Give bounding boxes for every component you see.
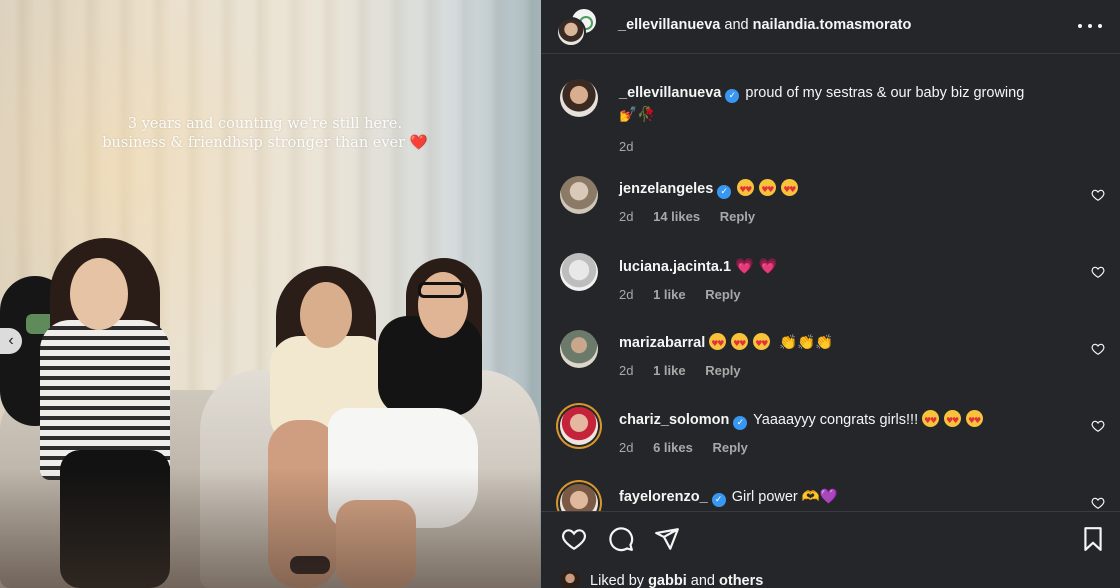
comment-meta: 2d 6 likes Reply	[619, 438, 1059, 458]
comment-body: luciana.jacinta.1 💗 💗 2d 1 like Reply	[619, 256, 1059, 305]
liked-by-prefix: Liked by	[590, 573, 645, 588]
liked-by-user[interactable]: gabbi	[648, 573, 687, 588]
comment-body: chariz_solomon ✓ Yaaaayyy congrats girls!…	[619, 410, 1059, 458]
comment-body: jenzelangeles ✓ 2d 14 likes Reply	[619, 179, 1059, 227]
bookmark-icon[interactable]	[1080, 526, 1106, 552]
red-heart-emoji: ❤️	[409, 135, 428, 151]
reply-button[interactable]: Reply	[712, 440, 747, 455]
caption-emojis: 💅🥀	[619, 107, 656, 123]
caption-body: _ellevillanueva ✓ proud of my sestras & o…	[619, 82, 1089, 158]
comment-username[interactable]: chariz_solomon	[619, 412, 729, 428]
avatar[interactable]	[560, 570, 580, 588]
author-link-2[interactable]: nailandia.tomasmorato	[753, 17, 912, 33]
reply-button[interactable]: Reply	[705, 363, 740, 378]
heart-icon[interactable]	[1091, 496, 1105, 510]
comment-text: Girl power	[731, 489, 798, 505]
comment-username[interactable]: fayelorenzo_	[619, 489, 708, 505]
heart-eyes-emoji	[709, 333, 727, 354]
person-1-face	[70, 258, 128, 330]
comment-likes[interactable]: 1 like	[653, 287, 686, 302]
glasses	[418, 282, 464, 298]
comment-body: fayelorenzo_ ✓ Girl power 🫶💜	[619, 487, 1059, 507]
comment-likes[interactable]: 6 likes	[653, 440, 693, 455]
heart-icon[interactable]	[1091, 265, 1105, 279]
comment-time: 2d	[619, 209, 634, 224]
avatar-ellevillanueva[interactable]	[556, 17, 586, 47]
avatar[interactable]	[560, 253, 598, 291]
verified-badge-icon: ✓	[725, 89, 740, 103]
authors-connector: and	[724, 17, 749, 33]
comment-icon[interactable]	[608, 526, 634, 552]
heart-icon[interactable]	[1091, 188, 1105, 202]
more-options-icon[interactable]	[1078, 14, 1102, 38]
photo-overlay-text: business & friendhsip stronger than ever	[102, 135, 406, 151]
list-item: jenzelangeles ✓ 2d 14 likes Reply	[560, 176, 1105, 236]
floor-shadow	[0, 468, 541, 588]
caption-username[interactable]: _ellevillanueva	[619, 85, 721, 101]
heart-eyes-emoji	[737, 179, 755, 200]
comment-meta: 2d 1 like Reply	[619, 361, 1059, 381]
photo-overlay-line-1: 3 years and counting we're still here.	[127, 116, 403, 132]
heart-eyes-emoji	[781, 179, 799, 200]
clapping-emoji: 👏👏👏	[779, 335, 834, 351]
heart-icon[interactable]	[561, 526, 587, 552]
heart-icon[interactable]	[1091, 419, 1105, 433]
post-photo: 3 years and counting we're still here. b…	[0, 0, 541, 588]
list-item: luciana.jacinta.1 💗 💗 2d 1 like Reply	[560, 253, 1105, 313]
heart-eyes-emoji	[731, 333, 749, 354]
post-actions: Liked by gabbi and others	[541, 511, 1120, 588]
person-2-face	[300, 282, 352, 348]
comment-likes[interactable]: 1 like	[653, 363, 686, 378]
comment-username[interactable]: jenzelangeles	[619, 181, 713, 197]
chevron-left-icon: ‹	[8, 332, 14, 349]
heart-icon[interactable]	[1091, 342, 1105, 356]
verified-badge-icon: ✓	[717, 185, 732, 199]
avatar[interactable]	[560, 484, 598, 511]
heart-eyes-emoji	[966, 410, 984, 431]
liked-by-others[interactable]: others	[719, 573, 763, 588]
comment-time: 2d	[619, 363, 634, 378]
avatar[interactable]	[560, 330, 598, 368]
heart-eyes-emoji	[944, 410, 962, 431]
comment-likes[interactable]: 14 likes	[653, 209, 700, 224]
comments-list[interactable]: _ellevillanueva ✓ proud of my sestras & o…	[541, 55, 1120, 511]
caption-meta: 2d	[619, 136, 1089, 158]
comment-time: 2d	[619, 287, 634, 302]
heart-eyes-emoji	[922, 410, 940, 431]
avatar[interactable]	[560, 176, 598, 214]
author-link-1[interactable]: _ellevillanueva	[618, 17, 720, 33]
verified-badge-icon: ✓	[733, 416, 748, 430]
reply-button[interactable]: Reply	[720, 209, 755, 224]
pink-hearts-emoji: 💗 💗	[735, 257, 778, 275]
reply-button[interactable]: Reply	[705, 287, 740, 302]
comment-username[interactable]: marizabarral	[619, 335, 705, 351]
post-authors: _ellevillanueva and nailandia.tomasmorat…	[618, 17, 911, 33]
verified-badge-icon: ✓	[711, 493, 726, 507]
list-item: marizabarral 👏👏👏 2d 1 like Reply	[560, 330, 1105, 390]
heart-eyes-emoji	[753, 333, 771, 354]
comment-meta: 2d 14 likes Reply	[619, 207, 1059, 227]
heart-eyes-emoji	[759, 179, 777, 200]
post-header: _ellevillanueva and nailandia.tomasmorat…	[541, 0, 1120, 54]
liked-by-connector: and	[690, 573, 715, 588]
liked-by: Liked by gabbi and others	[560, 570, 763, 588]
collab-avatars[interactable]	[556, 7, 600, 47]
post-side-panel: _ellevillanueva and nailandia.tomasmorat…	[541, 0, 1120, 588]
avatar[interactable]	[560, 407, 598, 445]
comment-meta: 2d 1 like Reply	[619, 285, 1059, 305]
avatar[interactable]	[560, 79, 598, 117]
comment-body: marizabarral 👏👏👏 2d 1 like Reply	[619, 333, 1059, 381]
comment-time: 2d	[619, 440, 634, 455]
comment-username[interactable]: luciana.jacinta.1	[619, 259, 731, 275]
caption-time: 2d	[619, 139, 634, 154]
share-icon[interactable]	[654, 526, 680, 552]
caption-text: proud of my sestras & our baby biz growi…	[745, 85, 1025, 101]
photo-overlay-line-2: business & friendhsip stronger than ever…	[60, 133, 470, 153]
comment-emojis: 🫶💜	[801, 489, 838, 505]
comment-text: Yaaaayyy congrats girls!!!	[753, 412, 919, 428]
list-item: chariz_solomon ✓ Yaaaayyy congrats girls!…	[560, 407, 1105, 467]
list-item: fayelorenzo_ ✓ Girl power 🫶💜	[560, 484, 1105, 511]
